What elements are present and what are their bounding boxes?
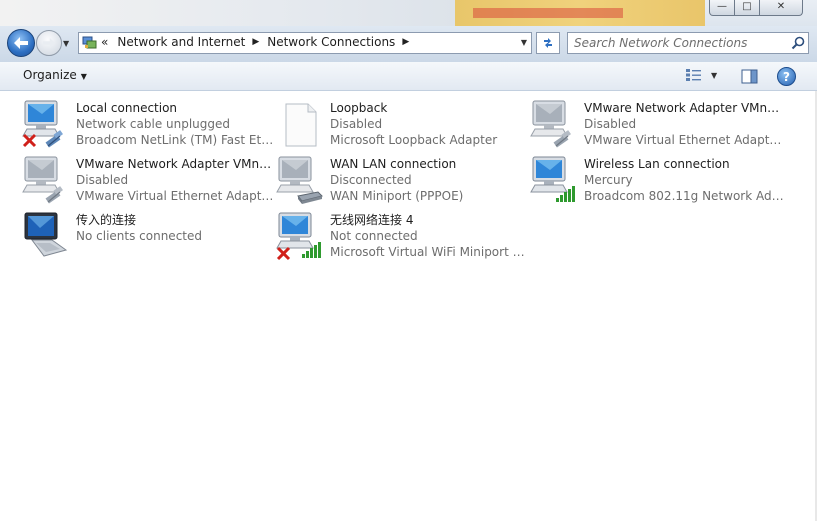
connection-device: VMware Virtual Ethernet Adapter ...: [584, 133, 784, 147]
connection-item[interactable]: VMware Network Adapter VMnet1 Disabled V…: [530, 100, 784, 154]
connection-device: Broadcom 802.11g Network Adap...: [584, 189, 784, 203]
address-bar[interactable]: « Network and Internet ▶ Network Connect…: [78, 32, 532, 54]
connection-item[interactable]: 无线网络连接 4 Not connected Microsoft Virtual…: [276, 212, 530, 266]
wired-computer-icon: [22, 100, 63, 148]
refresh-button[interactable]: [536, 32, 560, 54]
navigation-bar: ▼ « Network and Internet ▶ Network Conne…: [0, 26, 817, 62]
wired-computer-icon-gray: [530, 100, 571, 148]
preview-pane-icon: [741, 69, 758, 84]
disconnected-x-icon: [276, 246, 291, 261]
blank-document-icon: [285, 103, 317, 147]
connection-device: WAN Miniport (PPPOE): [330, 189, 464, 203]
address-history-dropdown[interactable]: ▼: [521, 38, 527, 47]
connection-name: Wireless Lan connection: [584, 157, 730, 171]
window-controls: — □ ✕: [709, 0, 803, 16]
help-button[interactable]: ?: [777, 67, 796, 86]
forward-arrow-icon: [43, 37, 55, 49]
breadcrumb-separator-icon[interactable]: ▶: [402, 37, 409, 47]
chevron-down-icon: ▼: [80, 72, 87, 81]
connection-status: Disconnected: [330, 173, 412, 187]
background-window-blur-highlight: [455, 0, 705, 26]
back-arrow-icon: [14, 37, 28, 49]
connection-status: Disabled: [76, 173, 129, 187]
connection-name: 传入的连接: [76, 213, 137, 227]
recent-pages-dropdown[interactable]: ▼: [63, 39, 69, 48]
connection-device: Microsoft Virtual WiFi Miniport A...: [330, 245, 530, 259]
breadcrumb-overflow[interactable]: «: [101, 35, 108, 49]
title-bar: — □ ✕: [0, 0, 817, 26]
connection-status: Disabled: [330, 117, 383, 131]
modem-icon: [297, 191, 323, 204]
connection-item[interactable]: Local connection Network cable unplugged…: [22, 100, 276, 154]
organize-button[interactable]: Organize ▼: [23, 68, 87, 82]
connection-device: Microsoft Loopback Adapter: [330, 133, 498, 147]
breadcrumb-network-and-internet[interactable]: Network and Internet: [117, 35, 245, 49]
view-options-icon: [686, 69, 701, 81]
control-panel-icon: [82, 36, 97, 49]
minimize-button[interactable]: —: [709, 0, 735, 16]
organize-label: Organize: [23, 68, 77, 82]
connection-device: [76, 244, 276, 260]
background-window-blur: [0, 0, 455, 26]
forward-button[interactable]: [36, 30, 62, 56]
connection-status: Network cable unplugged: [76, 117, 231, 131]
incoming-computer-icon: [24, 212, 68, 257]
refresh-icon: [544, 38, 552, 48]
connection-item[interactable]: Loopback Disabled Microsoft Loopback Ada…: [276, 100, 530, 154]
wired-computer-icon-gray: [22, 156, 63, 204]
close-button[interactable]: ✕: [760, 0, 803, 16]
connection-status: Not connected: [330, 229, 418, 243]
wireless-computer-icon: [276, 212, 321, 261]
search-icon[interactable]: [791, 36, 805, 50]
connection-name: 无线网络连接 4: [330, 213, 414, 227]
chevron-down-icon: ▼: [711, 70, 718, 80]
connection-item[interactable]: WAN LAN connection Disconnected WAN Mini…: [276, 156, 530, 210]
breadcrumb-separator-icon[interactable]: ▶: [252, 37, 259, 47]
search-input[interactable]: [574, 35, 779, 50]
connection-name: WAN LAN connection: [330, 157, 457, 171]
disconnected-x-icon: [22, 133, 37, 148]
search-box: [567, 32, 809, 54]
command-bar: Organize ▼ ▼ ?: [0, 62, 817, 91]
modem-computer-icon: [276, 156, 323, 204]
preview-pane-button[interactable]: [741, 69, 758, 87]
change-view-button[interactable]: ▼: [685, 68, 717, 82]
connection-item[interactable]: 传入的连接 No clients connected: [22, 212, 276, 266]
connection-device: VMware Virtual Ethernet Adapter ...: [76, 189, 276, 203]
connection-item[interactable]: VMware Network Adapter VMnet8 Disabled V…: [22, 156, 276, 210]
wireless-computer-icon: [530, 156, 575, 202]
maximize-button[interactable]: □: [735, 0, 760, 16]
connection-device: Broadcom NetLink (TM) Fast Ethe...: [76, 133, 276, 147]
connection-status: No clients connected: [76, 229, 202, 243]
connection-name: VMware Network Adapter VMnet1: [584, 101, 784, 115]
connection-name: Local connection: [76, 101, 178, 115]
back-button[interactable]: [7, 29, 35, 57]
connections-list: Local connection Network cable unplugged…: [0, 91, 817, 521]
connection-name: VMware Network Adapter VMnet8: [76, 157, 276, 171]
breadcrumb-network-connections[interactable]: Network Connections: [267, 35, 395, 49]
connection-name: Loopback: [330, 101, 388, 115]
connection-item[interactable]: Wireless Lan connection Mercury Broadcom…: [530, 156, 784, 210]
connection-status: Mercury: [584, 173, 633, 187]
connection-status: Disabled: [584, 117, 637, 131]
